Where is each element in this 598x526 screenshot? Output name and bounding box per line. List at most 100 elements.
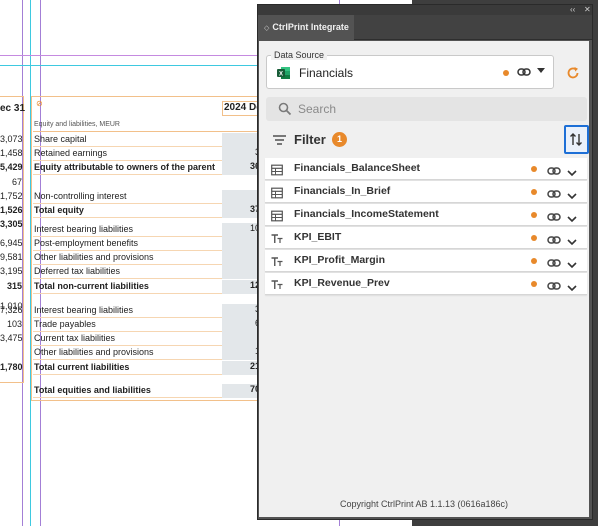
row-label: Total equities and liabilities — [34, 385, 151, 395]
status-dot — [531, 258, 537, 264]
row-label: Current tax liabilities — [34, 333, 116, 343]
status-dot — [503, 70, 509, 76]
table-row: Equity attributable to owners of the par… — [33, 161, 260, 175]
chevron-down-icon[interactable] — [567, 256, 577, 274]
table-row: Current tax liabilities — [33, 332, 260, 346]
close-button[interactable]: ✕ — [584, 5, 591, 15]
row-value — [222, 265, 260, 279]
text-icon — [271, 278, 283, 290]
chevron-icon: ◇ — [264, 25, 270, 32]
table-row: Post-employment benefits — [33, 237, 260, 251]
refresh-icon[interactable] — [566, 66, 580, 80]
chevron-down-icon[interactable] — [567, 164, 577, 182]
chevron-down-icon[interactable] — [567, 279, 577, 297]
data-source-legend: Data Source — [271, 50, 328, 60]
filter-icon[interactable] — [273, 135, 287, 145]
row-value: 10 — [222, 223, 260, 237]
table-row: Total equities and liabilities 70 — [33, 384, 260, 398]
row-label: Deferred tax liabilities — [34, 266, 121, 276]
filter-label[interactable]: Filter — [294, 132, 326, 147]
link-icon[interactable] — [547, 163, 561, 181]
table-icon — [271, 186, 283, 199]
chevron-down-icon[interactable] — [567, 187, 577, 205]
row-label: Other liabilities and provisions — [34, 347, 154, 357]
row-value: 6 — [222, 318, 260, 332]
table-icon — [271, 163, 283, 176]
data-item-name: Financials_IncomeStatement — [294, 208, 439, 220]
row-value: 36 — [222, 161, 260, 175]
table-row: Total equity 37 — [33, 204, 260, 218]
data-item[interactable]: Financials_BalanceSheet — [265, 158, 587, 180]
row-value — [222, 237, 260, 251]
row-label: Non-controlling interest — [34, 191, 127, 201]
left-column-value: 6,945 — [0, 238, 23, 248]
row-label: Total equity — [34, 205, 84, 215]
row-label: Share capital — [34, 134, 87, 144]
left-column-value: 3,305 — [0, 219, 23, 229]
data-item[interactable]: KPI_EBIT — [265, 227, 587, 249]
status-dot — [531, 235, 537, 241]
section-label-cell — [222, 119, 260, 132]
data-item-name: Financials_BalanceSheet — [294, 162, 421, 174]
row-label: Trade payables — [34, 319, 96, 329]
text-icon — [271, 255, 283, 267]
section-label: Equity and liabilities, MEUR — [33, 119, 222, 132]
left-column-value: 1,752 — [0, 191, 23, 201]
data-item[interactable]: Financials_IncomeStatement — [265, 204, 587, 226]
row-label: Other liabilities and provisions — [34, 252, 154, 262]
table-row: Interest bearing liabilities 3 — [33, 304, 260, 318]
status-dot — [531, 212, 537, 218]
chevron-down-icon[interactable] — [567, 210, 577, 228]
left-column-value: 9,581 — [0, 252, 23, 262]
row-label: Total current liabilities — [34, 362, 130, 372]
tab-ctrlprint-integrate[interactable]: ◇ CtrlPrint Integrate — [258, 15, 354, 40]
table-row: Interest bearing liabilities 10 — [33, 223, 260, 237]
tab-label: CtrlPrint Integrate — [272, 22, 349, 32]
status-dot — [531, 281, 537, 287]
left-column-value: 7,326 — [0, 305, 23, 315]
search-box — [266, 97, 587, 121]
status-dot — [531, 166, 537, 172]
left-column-value: 103 — [6, 319, 22, 329]
data-item[interactable]: KPI_Revenue_Prev — [265, 273, 587, 295]
panel-content: X Financials Data Source Search Filter 1… — [259, 41, 589, 517]
sort-button[interactable] — [564, 125, 589, 154]
left-column-value: 3,073 — [0, 134, 23, 144]
status-dot — [531, 189, 537, 195]
panel-tabbar: ◇ CtrlPrint Integrate — [258, 15, 592, 40]
data-source-select[interactable]: X Financials — [266, 55, 554, 89]
left-column-value: 1,458 — [0, 148, 23, 158]
table-row: Retained earnings 3 — [33, 147, 260, 161]
left-column-value: 5,429 — [0, 162, 23, 172]
search-icon — [278, 102, 292, 116]
link-icon[interactable] — [547, 209, 561, 227]
link-icon: ⊘ — [36, 99, 43, 108]
left-column-value: 67 — [11, 177, 22, 187]
data-item[interactable]: Financials_In_Brief — [265, 181, 587, 203]
table-row: Other liabilities and provisions 1 — [33, 346, 260, 360]
panel-titlebar: ‹‹ ✕ — [258, 5, 592, 15]
left-column-value: 1,780 — [0, 362, 23, 372]
sort-icon — [570, 133, 582, 146]
link-icon[interactable] — [547, 278, 561, 296]
chevron-down-icon[interactable] — [537, 68, 545, 73]
table-row: Deferred tax liabilities — [33, 265, 260, 279]
collapse-button[interactable]: ‹‹ — [570, 5, 575, 15]
data-item-name: Financials_In_Brief — [294, 185, 391, 197]
chevron-down-icon[interactable] — [567, 233, 577, 251]
link-icon[interactable] — [517, 67, 531, 77]
row-label: Interest bearing liabilities — [34, 305, 134, 315]
data-item[interactable]: KPI_Profit_Margin — [265, 250, 587, 272]
link-icon[interactable] — [547, 232, 561, 250]
row-value: 37 — [222, 204, 260, 218]
row-value: 70 — [222, 384, 260, 398]
link-icon[interactable] — [547, 186, 561, 204]
table-row: Other liabilities and provisions — [33, 251, 260, 265]
filter-count-badge: 1 — [332, 132, 347, 147]
column-header-left: ec 31 — [0, 103, 26, 114]
table-row: Non-controlling interest — [33, 190, 260, 204]
left-column-value: 315 — [6, 281, 22, 291]
ctrlprint-panel: ‹‹ ✕ ◇CtrlPrint Integrate X Financials — [257, 4, 593, 520]
search-input[interactable] — [298, 100, 568, 118]
link-icon[interactable] — [547, 255, 561, 273]
